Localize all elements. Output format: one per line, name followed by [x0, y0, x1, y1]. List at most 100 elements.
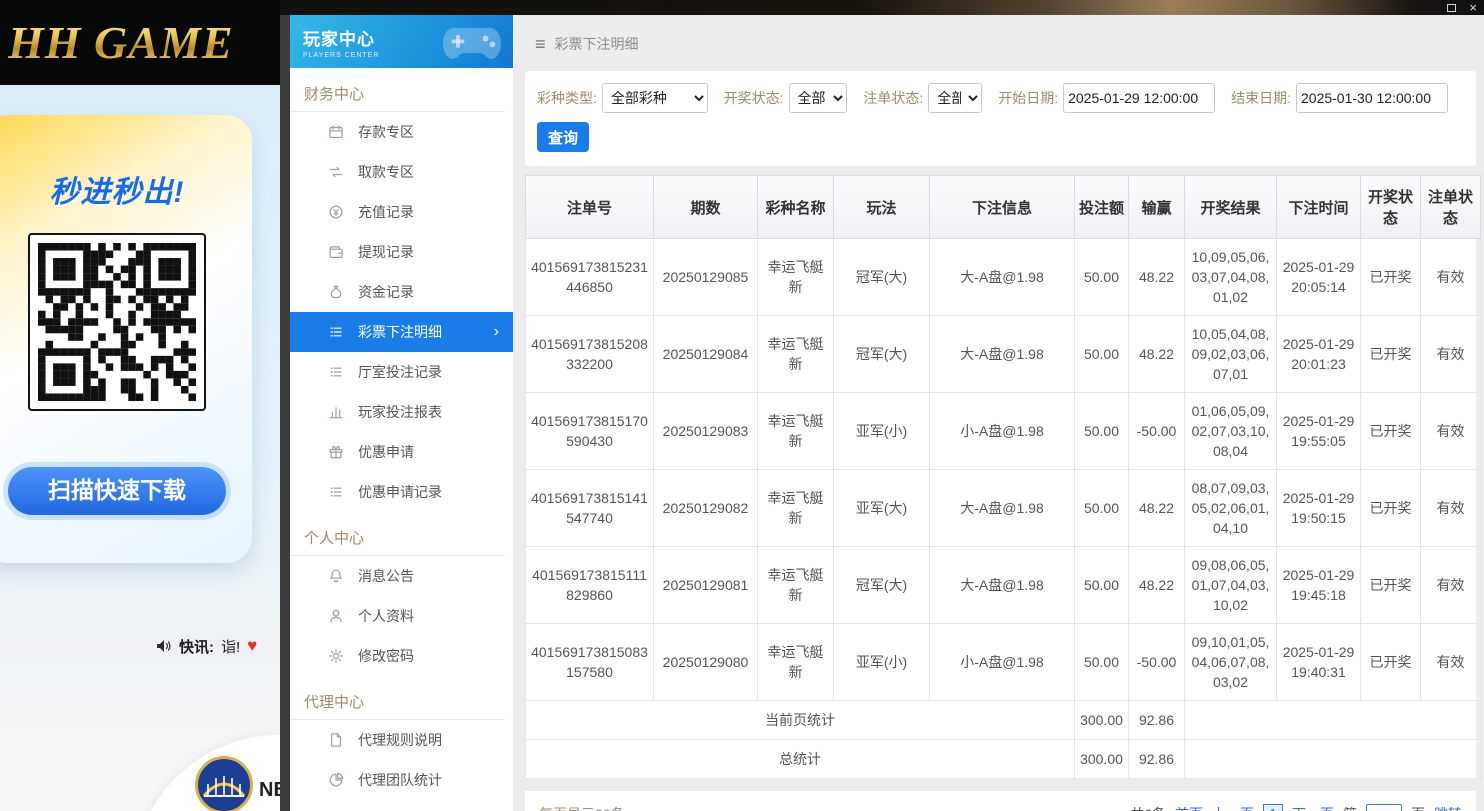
bet-table: 注单号期数彩种名称玩法下注信息投注额输赢开奖结果下注时间开奖状态注单状态4015… — [525, 175, 1481, 779]
sidebar-item-label: 玩家投注报表 — [358, 402, 442, 422]
draw-status-select[interactable]: 全部 — [789, 83, 848, 113]
jump-page-input[interactable] — [1366, 804, 1402, 811]
moneybag-icon — [328, 284, 346, 300]
news-ticker[interactable]: 快讯: 诣! ♥ — [0, 628, 280, 664]
sidebar-item[interactable]: 代理规则说明 — [290, 720, 513, 760]
jump-suffix: 页 — [1411, 804, 1425, 811]
summary-empty — [1185, 740, 1481, 779]
table-cell: 亚军(小) — [834, 393, 930, 470]
table-cell: 幸运飞艇新 — [758, 239, 834, 316]
sidebar-item[interactable]: 修改密码 — [290, 636, 513, 676]
coin-icon — [328, 204, 346, 220]
table-cell: 20250129081 — [654, 547, 758, 624]
table-cell: 亚军(大) — [834, 470, 930, 547]
page-title: 彩票下注明细 — [555, 34, 639, 54]
gear-icon — [328, 648, 346, 664]
current-page-badge[interactable]: 1 — [1263, 804, 1283, 811]
sidebar-nav: 财务中心存款专区取款专区充值记录提现记录资金记录彩票下注明细›厅室投注记录玩家投… — [290, 68, 513, 800]
column-header: 注单状态 — [1421, 176, 1481, 239]
table-cell: 冠军(大) — [834, 316, 930, 393]
breadcrumb: ≡ 彩票下注明细 — [525, 15, 1476, 71]
sidebar-item-label: 优惠申请 — [358, 442, 414, 462]
doc-icon — [328, 732, 346, 748]
sidebar-item[interactable]: 提现记录 — [290, 232, 513, 272]
table-cell: 08,07,09,03,05,02,06,01,04,10 — [1185, 470, 1277, 547]
sidebar-item-label: 充值记录 — [358, 202, 414, 222]
end-date-input[interactable] — [1296, 83, 1448, 113]
chart-icon — [328, 772, 346, 788]
table-cell: 有效 — [1421, 470, 1481, 547]
table-cell: 401569173815170590430 — [526, 393, 654, 470]
table-row[interactable]: 40156917381520833220020250129084幸运飞艇新冠军(… — [526, 316, 1481, 393]
section-label: 代理中心 — [290, 676, 505, 720]
jump-prefix: 第 — [1343, 804, 1357, 811]
start-date-input[interactable] — [1063, 83, 1215, 113]
ticker-text: 诣! — [221, 636, 240, 657]
sidebar-item-label: 存款专区 — [358, 122, 414, 142]
modal-overlay: × 玩家中心 PLAYERS CENTER 财务中心存款专区取款专区充值记录提现… — [280, 0, 1484, 811]
main-content: ≡ 彩票下注明细 彩种类型: 全部彩种 开奖状态: 全部 注单状态: — [513, 15, 1484, 811]
table-cell: 20250129080 — [654, 624, 758, 701]
table-cell: 有效 — [1421, 316, 1481, 393]
nba-card[interactable]: NB — [133, 735, 280, 811]
first-page-link[interactable]: 首页 — [1175, 804, 1203, 811]
table-cell: 01,06,05,09,02,07,03,10,08,04 — [1185, 393, 1277, 470]
summary-label: 当前页统计 — [526, 701, 1075, 740]
sidebar-item[interactable]: 充值记录 — [290, 192, 513, 232]
prev-page-link[interactable]: 上一页 — [1212, 804, 1254, 811]
summary-empty — [1185, 701, 1481, 740]
sidebar-item[interactable]: 玩家投注报表 — [290, 392, 513, 432]
close-icon[interactable]: × — [1469, 3, 1477, 13]
table-cell: -50.00 — [1129, 393, 1185, 470]
column-header: 下注信息 — [930, 176, 1075, 239]
total-count: 共6条 — [1130, 804, 1166, 811]
site-logo[interactable]: HH GAME — [8, 16, 234, 69]
sidebar-item[interactable]: 厅室投注记录 — [290, 352, 513, 392]
scan-download-button[interactable]: 扫描快速下载 — [8, 467, 226, 515]
table-row[interactable]: 40156917381511182986020250129081幸运飞艇新冠军(… — [526, 547, 1481, 624]
next-page-link[interactable]: 下一页 — [1292, 804, 1334, 811]
sidebar-item[interactable]: 资金记录 — [290, 272, 513, 312]
summary-label: 总统计 — [526, 740, 1075, 779]
summary-row: 当前页统计300.0092.86 — [526, 701, 1481, 740]
table-header-row: 注单号期数彩种名称玩法下注信息投注额输赢开奖结果下注时间开奖状态注单状态 — [526, 176, 1481, 239]
table-cell: 48.22 — [1129, 470, 1185, 547]
site-logo-bar: HH GAME — [0, 0, 280, 85]
sidebar-item[interactable]: 代理团队统计 — [290, 760, 513, 800]
query-button[interactable]: 查询 — [537, 122, 589, 152]
sidebar-item[interactable]: 优惠申请记录 — [290, 472, 513, 512]
sidebar-item[interactable]: 消息公告 — [290, 556, 513, 596]
summary-bet-total: 300.00 — [1075, 740, 1129, 779]
section-label: 个人中心 — [290, 512, 505, 556]
table-cell: 幸运飞艇新 — [758, 316, 834, 393]
calendar-icon — [328, 124, 346, 140]
promo-slogan: 秒进秒出! — [0, 167, 252, 211]
column-header: 开奖状态 — [1361, 176, 1421, 239]
sidebar-item[interactable]: 取款专区 — [290, 152, 513, 192]
sidebar: 玩家中心 PLAYERS CENTER 财务中心存款专区取款专区充值记录提现记录… — [290, 15, 513, 811]
players-center-modal: 玩家中心 PLAYERS CENTER 财务中心存款专区取款专区充值记录提现记录… — [290, 15, 1484, 811]
window-controls: × — [1447, 2, 1477, 13]
table-cell: 2025-01-29 19:55:05 — [1277, 393, 1361, 470]
sidebar-item[interactable]: 彩票下注明细› — [290, 312, 513, 352]
bet-status-select[interactable]: 全部 — [928, 83, 982, 113]
table-cell: 2025-01-29 20:05:14 — [1277, 239, 1361, 316]
table-cell: 2025-01-29 19:45:18 — [1277, 547, 1361, 624]
sidebar-item[interactable]: 存款专区 — [290, 112, 513, 152]
maximize-icon[interactable] — [1447, 4, 1456, 12]
menu-icon[interactable]: ≡ — [535, 37, 546, 51]
sidebar-item[interactable]: 个人资料 — [290, 596, 513, 636]
table-row[interactable]: 40156917381523144685020250129085幸运飞艇新冠军(… — [526, 239, 1481, 316]
table-row[interactable]: 40156917381517059043020250129083幸运飞艇新亚军(… — [526, 393, 1481, 470]
qr-code — [28, 233, 206, 411]
table-cell: 大-A盘@1.98 — [930, 316, 1075, 393]
column-header: 玩法 — [834, 176, 930, 239]
sidebar-item[interactable]: 优惠申请 — [290, 432, 513, 472]
table-cell: 09,10,01,05,04,06,07,08,03,02 — [1185, 624, 1277, 701]
table-cell: 401569173815208332200 — [526, 316, 654, 393]
lottery-type-select[interactable]: 全部彩种 — [602, 83, 708, 113]
jump-button[interactable]: 跳转 — [1434, 804, 1462, 811]
table-row[interactable]: 40156917381508315758020250129080幸运飞艇新亚军(… — [526, 624, 1481, 701]
bet-status-label: 注单状态: — [863, 88, 923, 108]
table-row[interactable]: 40156917381514154774020250129082幸运飞艇新亚军(… — [526, 470, 1481, 547]
